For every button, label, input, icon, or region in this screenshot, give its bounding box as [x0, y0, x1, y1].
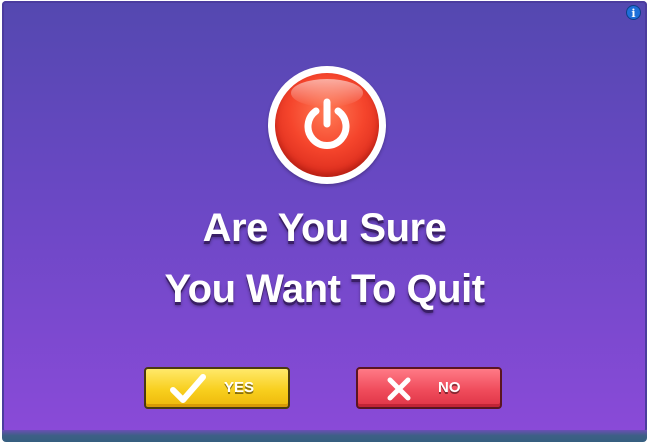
- x-mark-icon: [387, 377, 411, 401]
- quit-dialog-window: i Are You Sure You Want To Quit YES NO: [0, 0, 649, 446]
- dialog-bottom-edge: [2, 430, 647, 442]
- power-icon-ring: [268, 66, 386, 184]
- dialog-title-line-2: You Want To Quit: [164, 267, 485, 311]
- yes-button-label: YES: [224, 379, 255, 396]
- dialog-title-line-1: Are You Sure: [202, 206, 447, 250]
- no-button-label: NO: [438, 379, 461, 396]
- quit-dialog: i Are You Sure You Want To Quit YES NO: [2, 1, 647, 433]
- yes-button[interactable]: YES: [144, 367, 290, 409]
- info-icon[interactable]: i: [626, 5, 641, 20]
- checkmark-icon: [170, 374, 206, 403]
- power-symbol: [304, 98, 350, 149]
- no-button[interactable]: NO: [356, 367, 502, 409]
- power-icon: [275, 73, 379, 177]
